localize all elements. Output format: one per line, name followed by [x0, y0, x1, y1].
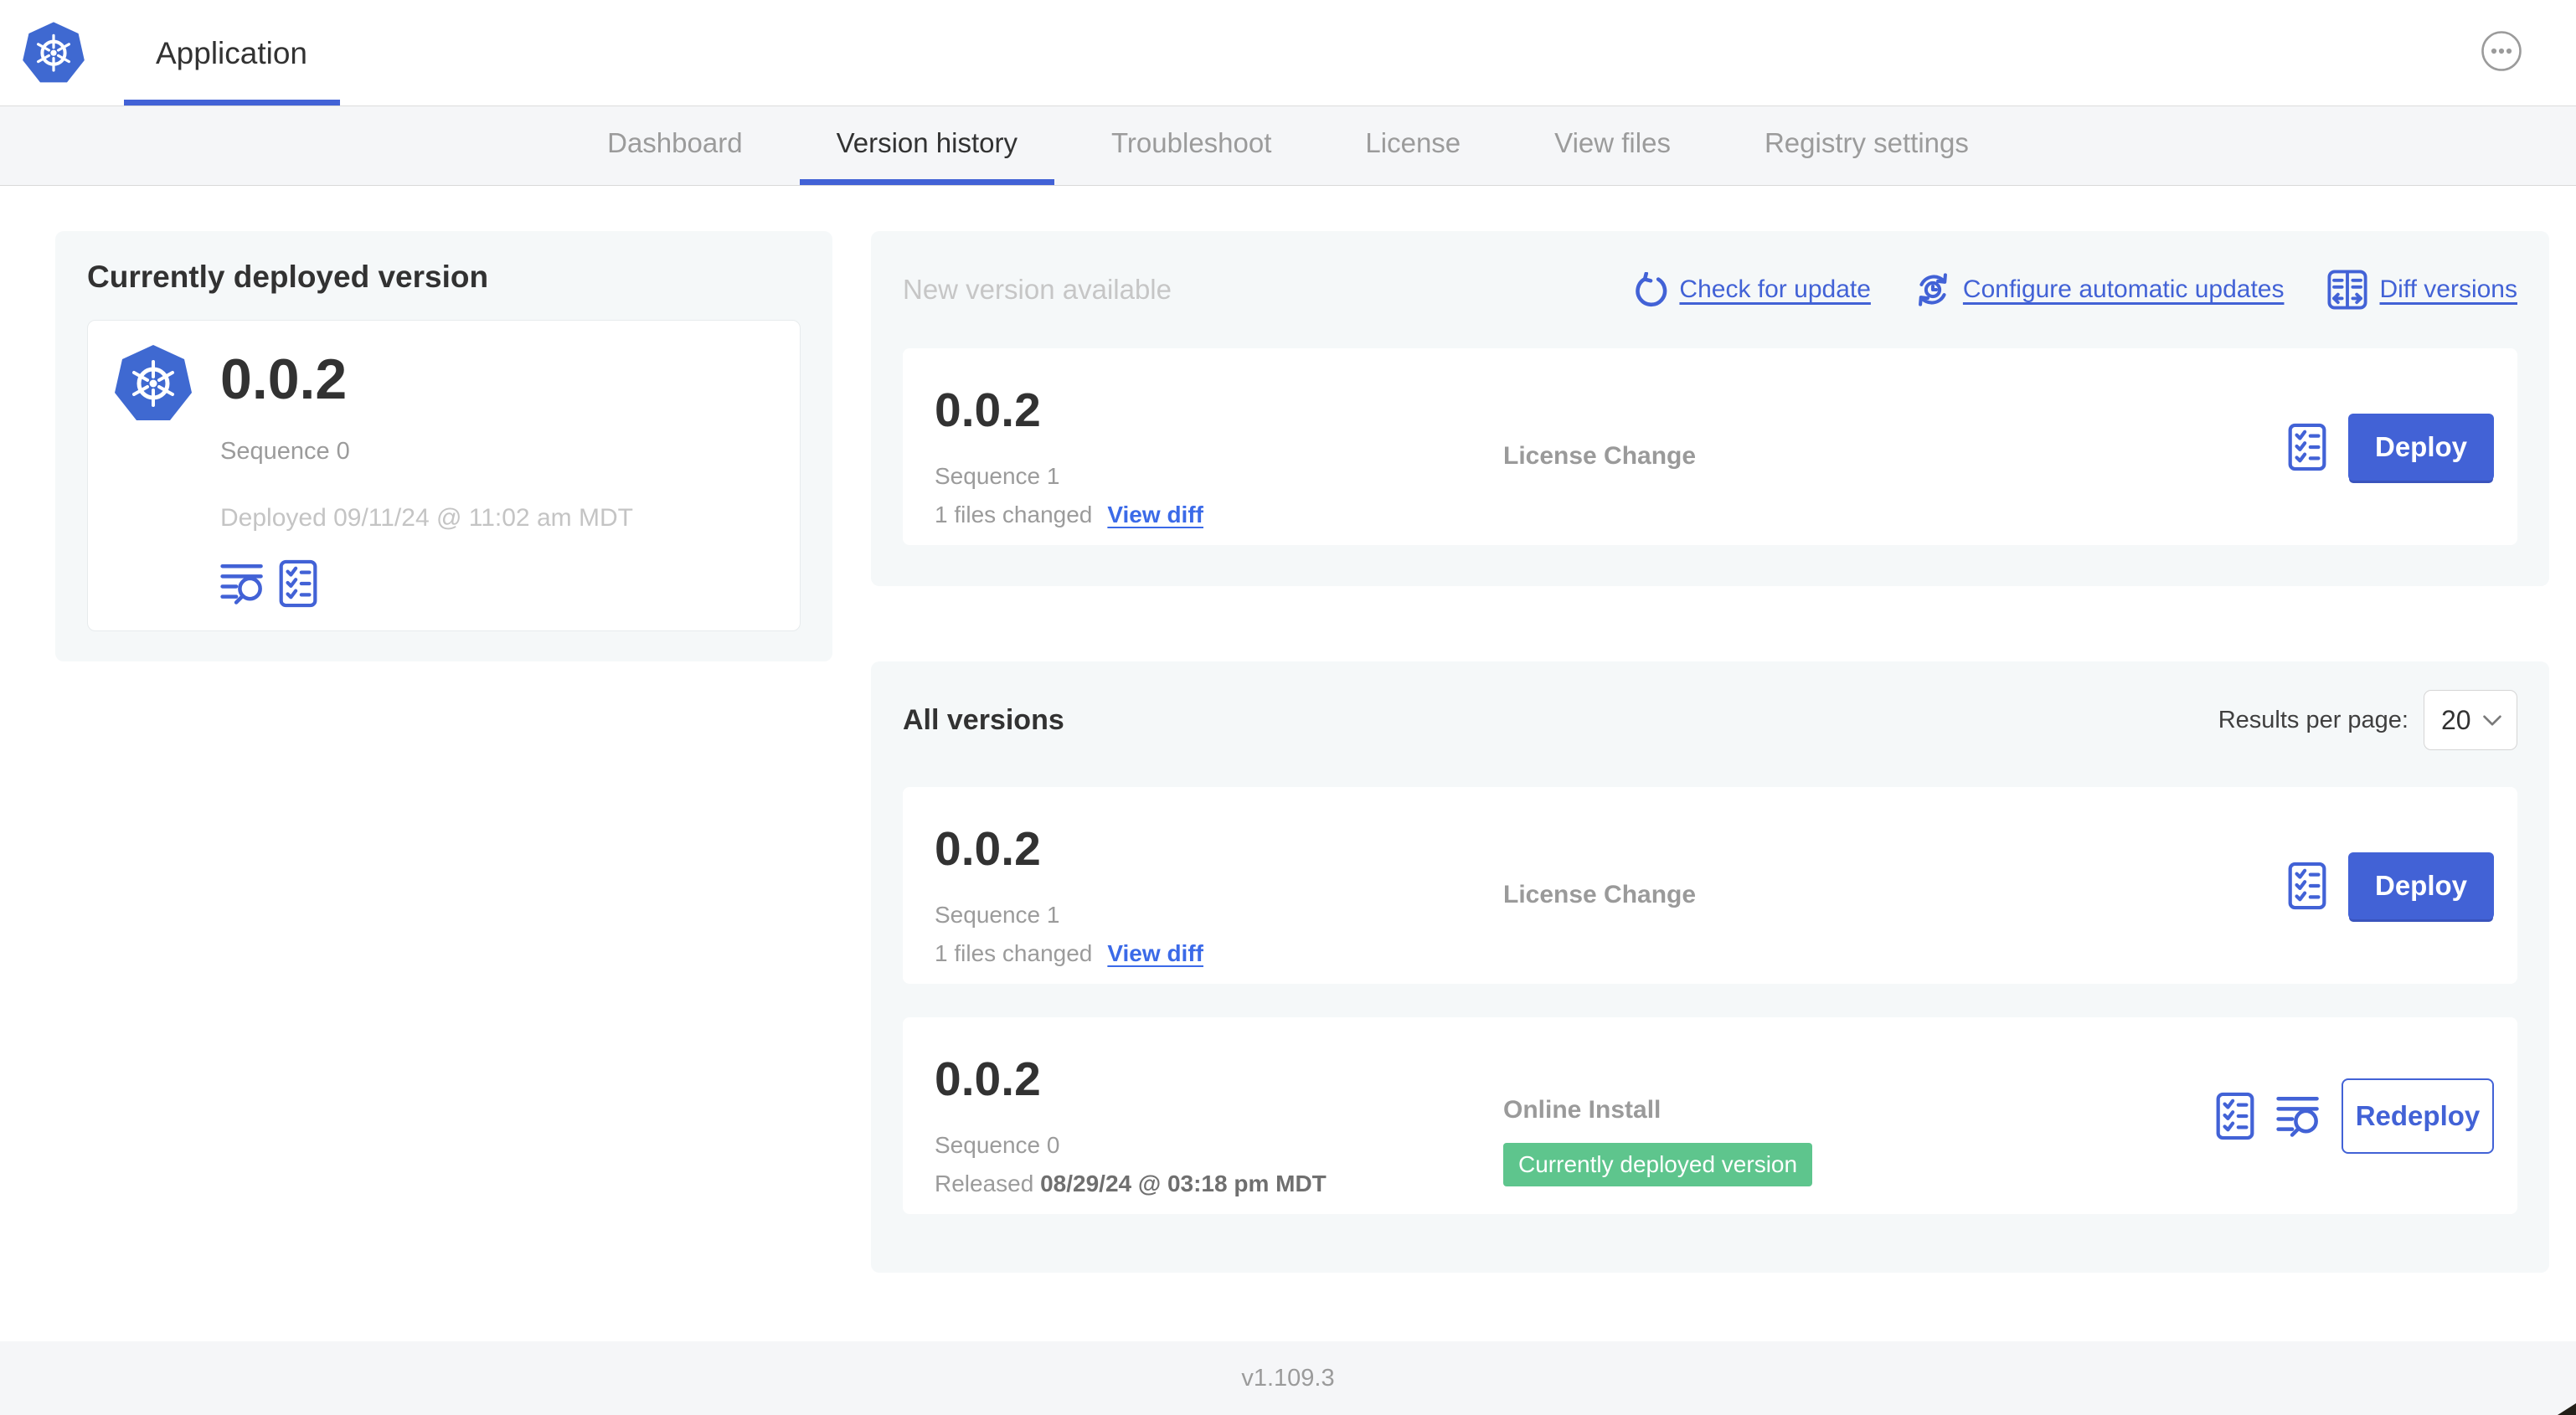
app-tab-active-indicator: [124, 100, 340, 105]
main-content: Currently deployed version 0.0.2 Sequenc…: [0, 186, 2576, 1341]
diff-icon: [2327, 270, 2368, 310]
view-diff-link[interactable]: View diff: [1107, 940, 1203, 966]
kots-admin-console: Application Dashboard Version history Tr…: [0, 0, 2576, 1415]
tab-troubleshoot[interactable]: Troubleshoot: [1074, 106, 1308, 185]
deployed-sequence: Sequence 0: [220, 438, 350, 465]
chevron-down-icon: [2483, 714, 2501, 726]
check-for-update-link[interactable]: Check for update: [1632, 272, 1871, 307]
redeploy-button[interactable]: Redeploy: [2342, 1078, 2494, 1154]
new-version-row: 0.0.2 Sequence 1 1 files changed View dif…: [903, 348, 2517, 545]
tab-license[interactable]: License: [1328, 106, 1497, 185]
version-number: 0.0.2: [935, 822, 1041, 876]
app-icon: [111, 342, 195, 426]
preflight-checks-icon[interactable]: [2216, 1092, 2254, 1140]
version-source: License Change: [1503, 442, 1697, 470]
tab-view-files[interactable]: View files: [1517, 106, 1708, 185]
diff-versions-link[interactable]: Diff versions: [2327, 270, 2517, 310]
deployed-version-number: 0.0.2: [220, 347, 348, 411]
preflight-checks-icon[interactable]: [2288, 423, 2326, 471]
all-versions-title: All versions: [903, 703, 1064, 736]
more-options-icon[interactable]: [2481, 30, 2522, 72]
app-tab[interactable]: Application: [124, 0, 339, 106]
app-nav-tabs: Dashboard Version history Troubleshoot L…: [0, 106, 2576, 186]
currently-deployed-badge: Currently deployed version: [1503, 1143, 1813, 1186]
version-source: License Change: [1503, 881, 1697, 908]
kubernetes-logo-icon: [21, 20, 86, 85]
version-source: Online Install: [1503, 1096, 1662, 1124]
refresh-icon: [1632, 272, 1667, 307]
currently-deployed-version-tile: 0.0.2 Sequence 0 Deployed 09/11/24 @ 11:…: [87, 320, 801, 631]
released-timestamp: 08/29/24 @ 03:18 pm MDT: [1040, 1171, 1327, 1196]
tab-version-history[interactable]: Version history: [799, 106, 1054, 185]
cursor-artifact: [2558, 1403, 2576, 1415]
currently-deployed-title: Currently deployed version: [87, 260, 489, 294]
new-version-card: New version available Check for update C…: [871, 231, 2549, 586]
version-number: 0.0.2: [935, 1052, 1041, 1106]
preflight-checks-icon[interactable]: [279, 559, 317, 608]
preflight-checks-icon[interactable]: [2288, 862, 2326, 910]
results-per-page-select[interactable]: 20: [2424, 690, 2517, 750]
tab-registry-settings[interactable]: Registry settings: [1728, 106, 2006, 185]
currently-deployed-card: Currently deployed version 0.0.2 Sequenc…: [55, 231, 832, 661]
results-per-page-label: Results per page:: [2218, 706, 2409, 733]
footer: v1.109.3: [0, 1341, 2576, 1415]
scheduled-update-icon: [1914, 271, 1951, 308]
files-changed: 1 files changed: [935, 502, 1093, 527]
deploy-button[interactable]: Deploy: [2348, 413, 2494, 481]
configure-automatic-updates-link[interactable]: Configure automatic updates: [1914, 271, 2284, 308]
release-notes-icon[interactable]: [220, 561, 264, 606]
release-notes-icon[interactable]: [2276, 1093, 2320, 1139]
version-sequence: Sequence 0: [935, 1132, 1060, 1158]
released-prefix: Released: [935, 1171, 1034, 1196]
tab-dashboard[interactable]: Dashboard: [570, 106, 779, 185]
console-version: v1.109.3: [1241, 1364, 1335, 1392]
version-row: 0.0.2 Sequence 1 1 files changed View dif…: [903, 787, 2517, 984]
version-number: 0.0.2: [935, 383, 1041, 437]
top-bar: Application: [0, 0, 2576, 106]
deployed-timestamp: Deployed 09/11/24 @ 11:02 am MDT: [220, 504, 633, 532]
version-row: 0.0.2 Sequence 0 Released 08/29/24 @ 03:…: [903, 1017, 2517, 1214]
deploy-button[interactable]: Deploy: [2348, 852, 2494, 919]
all-versions-card: All versions Results per page: 20 0.0.2 …: [871, 661, 2549, 1273]
new-version-title: New version available: [903, 274, 1172, 305]
files-changed: 1 files changed: [935, 940, 1093, 966]
version-sequence: Sequence 1: [935, 463, 1060, 489]
app-tab-label: Application: [156, 35, 308, 70]
view-diff-link[interactable]: View diff: [1107, 502, 1203, 527]
version-sequence: Sequence 1: [935, 902, 1060, 928]
